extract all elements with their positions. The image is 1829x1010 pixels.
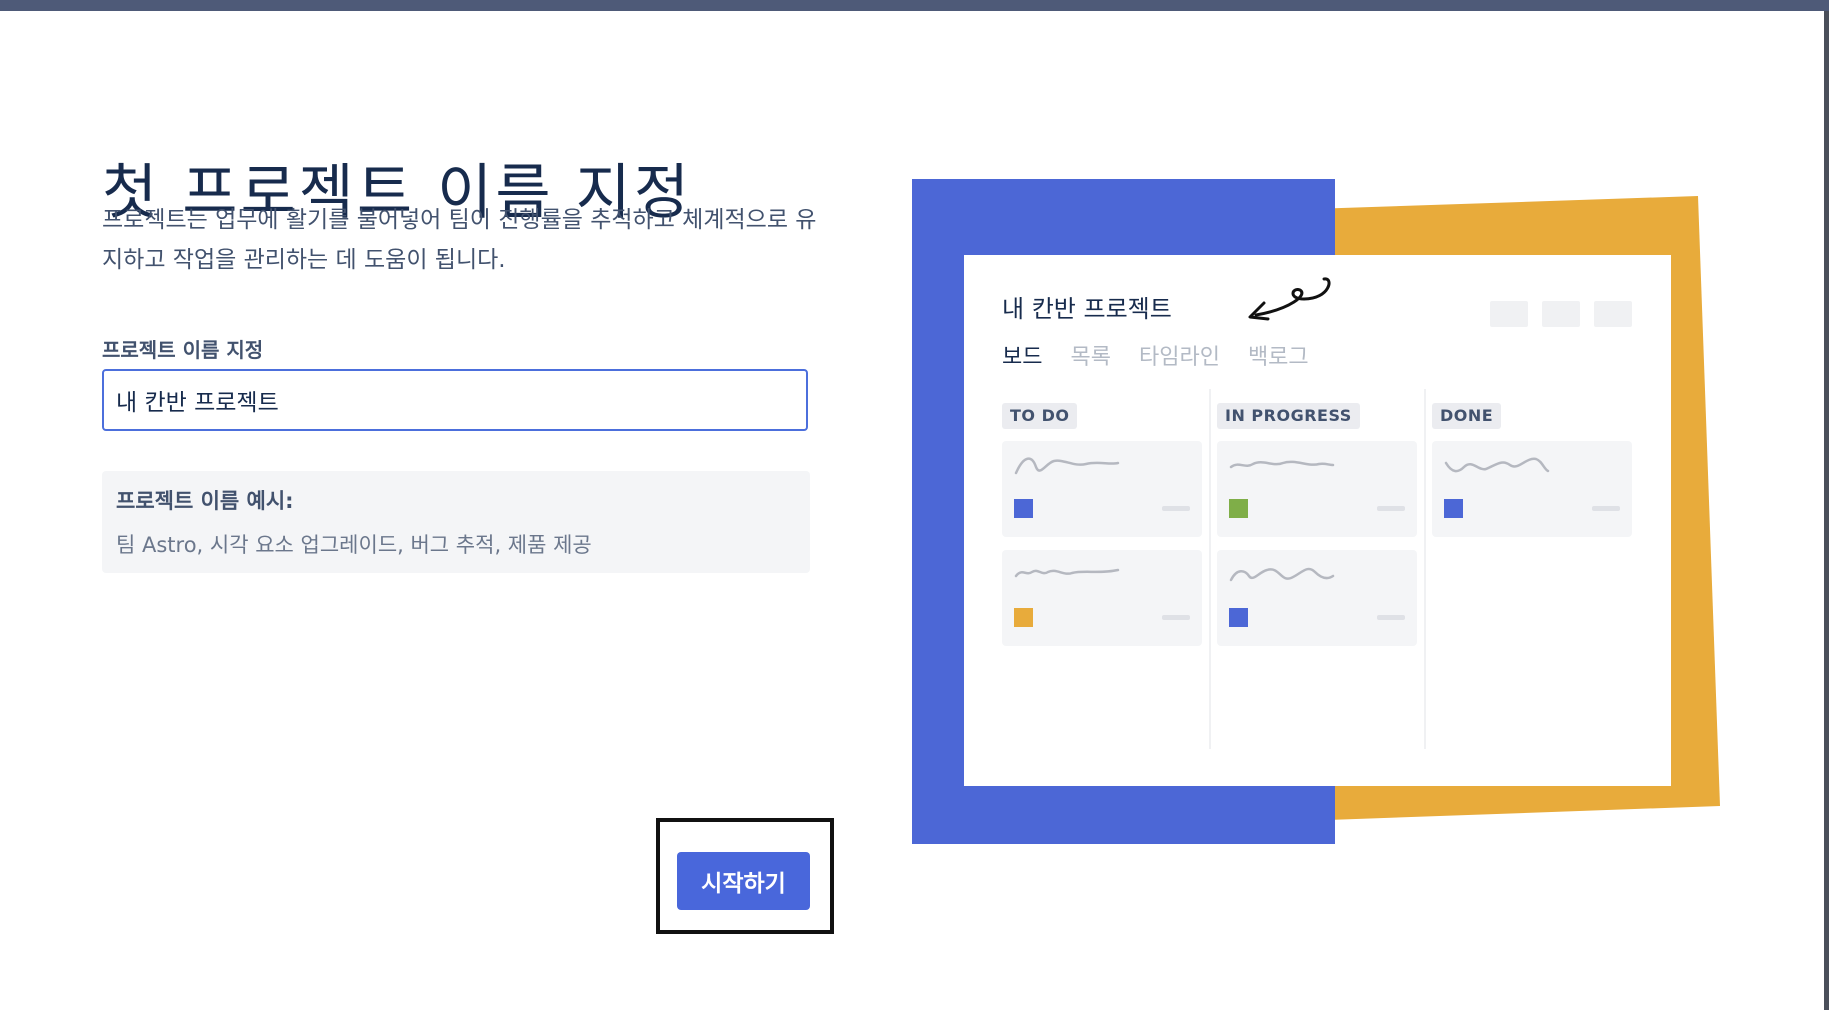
column-done-header: DONE bbox=[1432, 403, 1502, 429]
task-card bbox=[1002, 550, 1202, 646]
card-meta-placeholder bbox=[1592, 506, 1620, 511]
card-color-tag bbox=[1229, 608, 1248, 627]
task-card bbox=[1217, 550, 1417, 646]
scribble-text-icon bbox=[1229, 567, 1335, 582]
card-meta-placeholder bbox=[1377, 506, 1405, 511]
preview-project-title: 내 칸반 프로젝트 bbox=[1002, 295, 1172, 323]
column-inprogress-header: IN PROGRESS bbox=[1217, 403, 1360, 429]
toolbar-placeholder bbox=[1542, 301, 1580, 327]
column-todo-header: TO DO bbox=[1002, 403, 1078, 429]
column-divider bbox=[1209, 389, 1211, 749]
card-meta-placeholder bbox=[1162, 615, 1190, 620]
card-color-tag bbox=[1014, 499, 1033, 518]
kanban-illustration: 내 칸반 프로젝트 보드 목록 타임라인 백로그 TO DO IN PROGRE… bbox=[0, 0, 1829, 1010]
task-card bbox=[1217, 441, 1417, 537]
preview-tab-backlog: 백로그 bbox=[1247, 345, 1309, 370]
column-divider bbox=[1424, 389, 1426, 749]
scribble-text-icon bbox=[1014, 457, 1120, 475]
preview-tabs: 보드 목록 타임라인 백로그 bbox=[1002, 339, 1309, 371]
scribble-text-icon bbox=[1444, 457, 1550, 473]
scribble-text-icon bbox=[1229, 460, 1335, 469]
arrow-doodle-icon bbox=[1248, 277, 1331, 321]
card-color-tag bbox=[1444, 499, 1463, 518]
card-meta-placeholder bbox=[1377, 615, 1405, 620]
card-meta-placeholder bbox=[1162, 506, 1190, 511]
scribble-text-icon bbox=[1014, 568, 1120, 578]
task-card bbox=[1002, 441, 1202, 537]
card-color-tag bbox=[1229, 499, 1248, 518]
card-color-tag bbox=[1014, 608, 1033, 627]
toolbar-placeholder bbox=[1594, 301, 1632, 327]
preview-tab-board: 보드 bbox=[1002, 345, 1043, 370]
preview-tab-timeline: 타임라인 bbox=[1138, 345, 1220, 370]
board-preview-card: 내 칸반 프로젝트 보드 목록 타임라인 백로그 TO DO IN PROGRE… bbox=[964, 255, 1671, 786]
toolbar-placeholder bbox=[1490, 301, 1528, 327]
task-card bbox=[1432, 441, 1632, 537]
preview-tab-list: 목록 bbox=[1070, 345, 1111, 370]
